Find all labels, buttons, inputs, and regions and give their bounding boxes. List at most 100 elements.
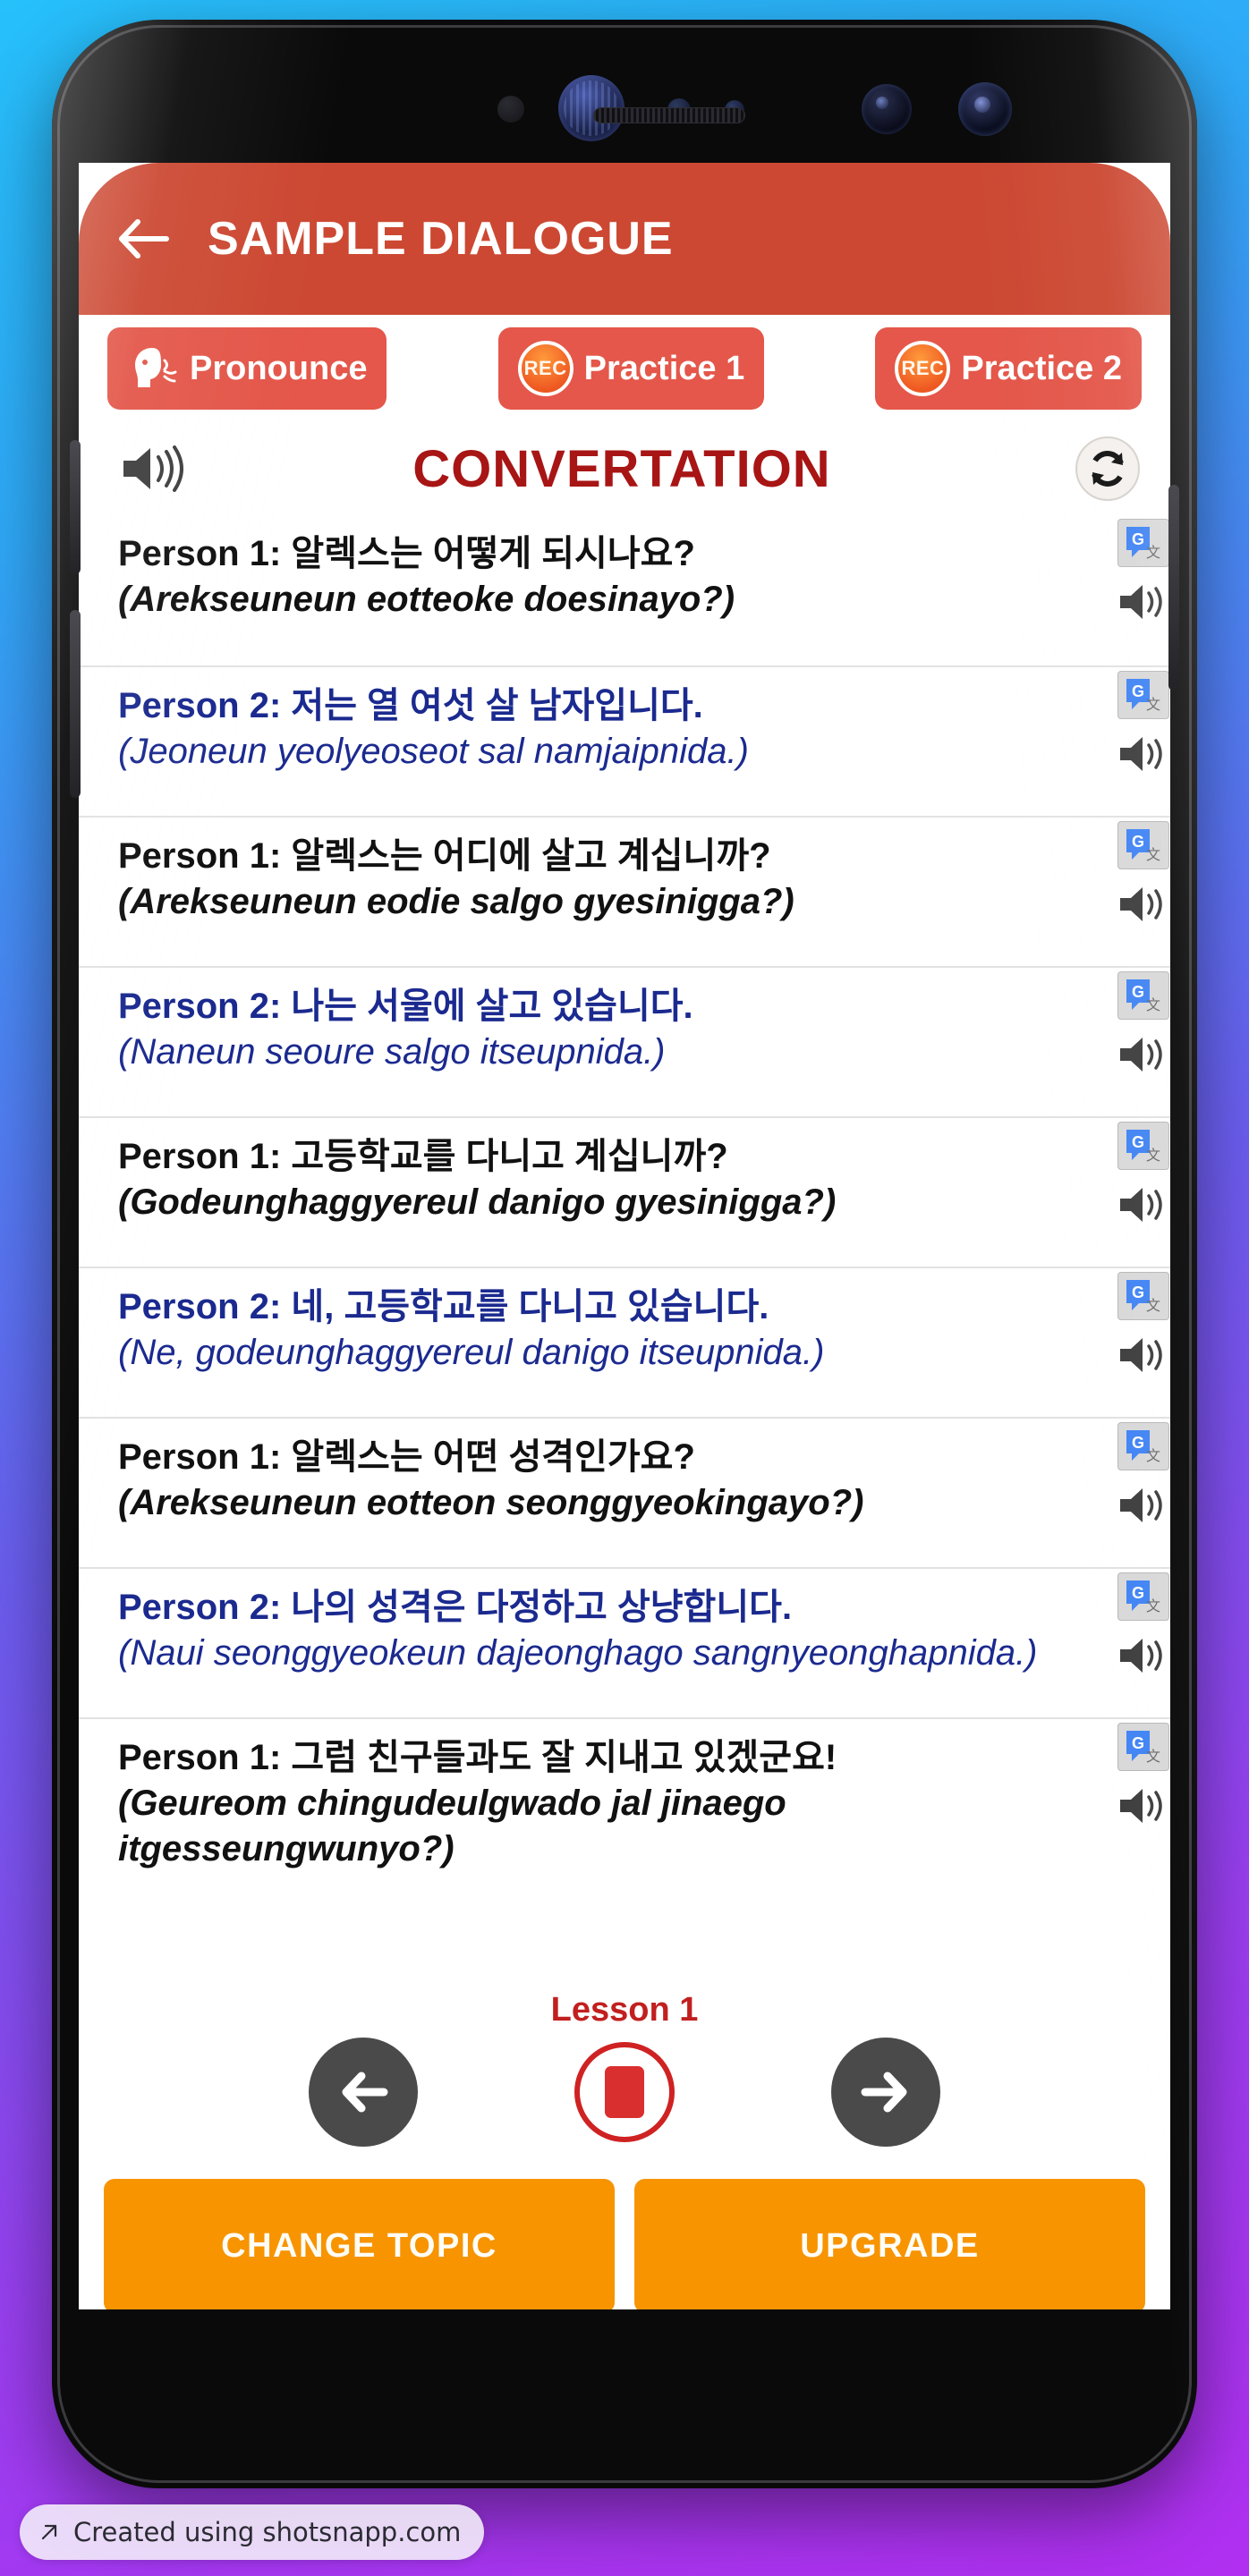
- change-topic-button[interactable]: CHANGE TOPIC: [104, 2179, 615, 2309]
- speaker-icon[interactable]: [1117, 1182, 1170, 1227]
- conversation-title-row: CONVERTATION: [79, 424, 1170, 515]
- speaker-label: Person 2:: [118, 1588, 282, 1627]
- svg-text:文: 文: [1146, 544, 1160, 561]
- pronounce-button-label: Pronounce: [190, 350, 368, 387]
- practice-2-button[interactable]: REC Practice 2: [875, 327, 1142, 410]
- upgrade-button[interactable]: UPGRADE: [634, 2179, 1145, 2309]
- google-translate-glyph: G 文: [1126, 527, 1160, 561]
- dialogue-list[interactable]: Person 1: 알렉스는 어떻게 되시나요? (Arekseuneun eo…: [79, 515, 1170, 1991]
- google-translate-icon[interactable]: G 文: [1117, 519, 1169, 567]
- speaker-label: Person 2:: [118, 686, 282, 725]
- google-translate-icon[interactable]: G 文: [1117, 1422, 1169, 1470]
- dialogue-row[interactable]: Person 1: 알렉스는 어디에 살고 계십니까? (Arekseuneun…: [79, 816, 1170, 966]
- svg-text:文: 文: [1146, 1597, 1160, 1614]
- refresh-button[interactable]: [1075, 436, 1140, 501]
- dialogue-row-icons: G 文: [1109, 1122, 1170, 1227]
- back-button[interactable]: [115, 209, 174, 268]
- watermark-text: Created using shotsnapp.com: [73, 2517, 462, 2547]
- korean-text: 나의 성격은 다정하고 상냥합니다.: [291, 1588, 793, 1627]
- pronounce-button[interactable]: Pronounce: [107, 327, 387, 410]
- speaker-icon[interactable]: [1117, 1333, 1170, 1377]
- svg-text:G: G: [1132, 833, 1144, 851]
- google-translate-glyph: G 文: [1126, 829, 1160, 863]
- google-translate-icon[interactable]: G 文: [1117, 1122, 1169, 1170]
- practice-toolbar: Pronounce REC Practice 1 REC Practice 2: [79, 315, 1170, 424]
- google-translate-icon[interactable]: G 文: [1117, 1723, 1169, 1771]
- speaker-icon[interactable]: [1117, 732, 1170, 776]
- refresh-icon: [1092, 451, 1124, 487]
- speaker-label: Person 1:: [118, 534, 282, 573]
- volume-up-button[interactable]: [70, 440, 81, 574]
- dialogue-row[interactable]: Person 2: 나의 성격은 다정하고 상냥합니다. (Naui seong…: [79, 1567, 1170, 1717]
- speaker-icon[interactable]: [1117, 1784, 1170, 1828]
- practice-1-button-label: Practice 1: [583, 350, 745, 387]
- google-translate-icon[interactable]: G 文: [1117, 971, 1169, 1020]
- korean-text: 그럼 친구들과도 잘 지내고 있겠군요!: [291, 1738, 837, 1777]
- rec-icon-label: REC: [901, 357, 945, 379]
- dialogue-korean-line: Person 1: 알렉스는 어디에 살고 계십니까?: [118, 834, 1063, 879]
- dialogue-row[interactable]: Person 1: 알렉스는 어떤 성격인가요? (Arekseuneun eo…: [79, 1417, 1170, 1567]
- app-header: SAMPLE DIALOGUE: [79, 163, 1170, 315]
- next-lesson-button[interactable]: [831, 2038, 940, 2147]
- power-button[interactable]: [1168, 485, 1179, 691]
- dialogue-row[interactable]: Person 2: 저는 열 여섯 살 남자입니다. (Jeoneun yeol…: [79, 665, 1170, 816]
- dialogue-row-icons: G 文: [1109, 1272, 1170, 1377]
- speaker-label: Person 1:: [118, 1137, 282, 1176]
- dialogue-row-icons: G 文: [1109, 821, 1170, 927]
- stop-square-glyph: [605, 2066, 644, 2118]
- dialogue-row-icons: G 文: [1109, 971, 1170, 1077]
- speaker-label: Person 2:: [118, 1287, 282, 1326]
- dialogue-row[interactable]: Person 2: 네, 고등학교를 다니고 있습니다. (Ne, godeun…: [79, 1267, 1170, 1417]
- back-arrow-icon: [119, 219, 169, 258]
- dialogue-row[interactable]: Person 1: 그럼 친구들과도 잘 지내고 있겠군요! (Geureom …: [79, 1717, 1170, 1889]
- korean-text: 네, 고등학교를 다니고 있습니다.: [291, 1287, 769, 1326]
- conversation-title: CONVERTATION: [412, 439, 831, 498]
- dialogue-romanized-line: (Naneun seoure salgo itseupnida.): [118, 1032, 666, 1072]
- dialogue-romanized-line: (Jeoneun yeolyeoseot sal namjaipnida.): [118, 732, 749, 772]
- dialogue-row-icons: G 文: [1109, 1723, 1170, 1828]
- svg-text:G: G: [1132, 983, 1144, 1001]
- previous-lesson-button[interactable]: [309, 2038, 418, 2147]
- dialogue-romanized-line: (Naui seonggyeokeun dajeonghago sangnyeo…: [118, 1633, 1038, 1674]
- google-translate-glyph: G 文: [1126, 1580, 1160, 1614]
- speaker-icon[interactable]: [1117, 1032, 1170, 1077]
- dialogue-romanized-line: (Godeunghaggyereul danigo gyesinigga?): [118, 1182, 837, 1223]
- dialogue-row-icons: G 文: [1109, 671, 1170, 776]
- svg-text:G: G: [1132, 1284, 1144, 1301]
- dialogue-row-icons: G 文: [1109, 519, 1170, 624]
- front-camera-icon: [862, 84, 912, 134]
- google-translate-icon[interactable]: G 文: [1117, 1572, 1169, 1621]
- google-translate-icon[interactable]: G 文: [1117, 821, 1169, 869]
- dialogue-korean-line: Person 1: 그럼 친구들과도 잘 지내고 있겠군요!: [118, 1735, 1063, 1781]
- dialogue-romanized-line: (Arekseuneun eotteoke doesinayo?): [118, 580, 735, 620]
- google-translate-icon[interactable]: G 文: [1117, 1272, 1169, 1320]
- phone-screen: SAMPLE DIALOGUE Pronounce REC Practice 1: [79, 163, 1170, 2309]
- korean-text: 알렉스는 어떤 성격인가요?: [291, 1437, 695, 1477]
- rec-icon-label: REC: [523, 357, 567, 379]
- korean-text: 고등학교를 다니고 계십니까?: [291, 1137, 728, 1176]
- dialogue-row[interactable]: Person 2: 나는 서울에 살고 있습니다. (Naneun seoure…: [79, 966, 1170, 1116]
- svg-text:文: 文: [1146, 1748, 1160, 1765]
- speaker-icon[interactable]: [1117, 1483, 1170, 1528]
- dialogue-row-icons: G 文: [1109, 1422, 1170, 1528]
- svg-text:文: 文: [1146, 996, 1160, 1013]
- stop-playback-button[interactable]: Lesson 1: [551, 1991, 698, 2147]
- practice-1-button[interactable]: REC Practice 1: [497, 327, 765, 410]
- speaker-icon[interactable]: [1117, 1633, 1170, 1678]
- speaker-icon[interactable]: [1117, 580, 1170, 624]
- dialogue-romanized-line: (Arekseuneun eodie salgo gyesinigga?): [118, 882, 794, 922]
- svg-text:G: G: [1132, 1734, 1144, 1752]
- dialogue-korean-line: Person 2: 나의 성격은 다정하고 상냥합니다.: [118, 1585, 1063, 1631]
- dialogue-korean-line: Person 2: 저는 열 여섯 살 남자입니다.: [118, 683, 1063, 729]
- speaker-icon[interactable]: [1117, 882, 1170, 927]
- korean-text: 알렉스는 어디에 살고 계십니까?: [291, 836, 771, 876]
- dialogue-korean-line: Person 1: 알렉스는 어떻게 되시나요?: [118, 531, 1063, 577]
- speaking-head-icon: [135, 348, 177, 387]
- svg-text:G: G: [1132, 1133, 1144, 1151]
- google-translate-glyph: G 文: [1126, 1430, 1160, 1464]
- google-translate-icon[interactable]: G 文: [1117, 671, 1169, 719]
- dialogue-row[interactable]: Person 1: 알렉스는 어떻게 되시나요? (Arekseuneun eo…: [79, 515, 1170, 665]
- dialogue-row[interactable]: Person 1: 고등학교를 다니고 계십니까? (Godeunghaggye…: [79, 1116, 1170, 1267]
- stop-icon: [574, 2042, 675, 2142]
- volume-down-button[interactable]: [70, 610, 81, 798]
